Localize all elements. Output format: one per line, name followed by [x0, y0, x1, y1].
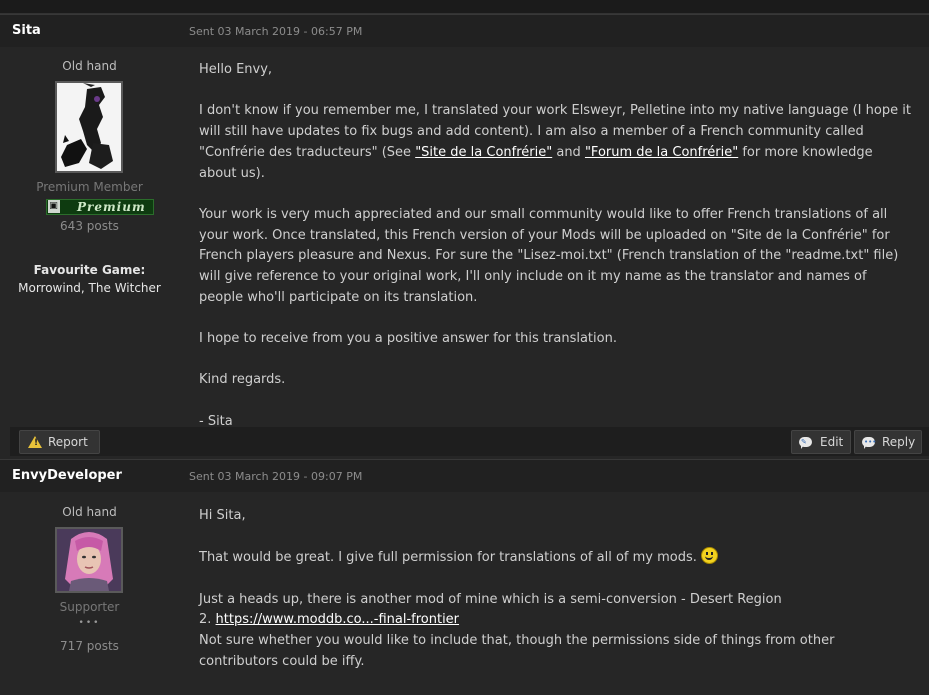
- paragraph: Not sure whether you would like to inclu…: [199, 633, 835, 669]
- report-label: Report: [48, 435, 88, 449]
- member-group: Premium Member: [36, 180, 143, 194]
- site-link[interactable]: "Site de la Confrérie": [415, 145, 552, 160]
- member-group: Supporter: [59, 600, 120, 614]
- badge-label: Premium: [77, 200, 146, 214]
- avatar[interactable]: [55, 81, 123, 173]
- forum-link[interactable]: "Forum de la Confrérie": [585, 145, 738, 160]
- post-body: Hi Sita, That would be great. I give ful…: [199, 506, 914, 673]
- paragraph-text: and: [552, 144, 585, 160]
- reply-label: Reply: [882, 435, 916, 449]
- message-post: EnvyDeveloper Sent 03 March 2019 - 09:07…: [0, 459, 929, 695]
- reply-button[interactable]: ••• Reply: [854, 430, 922, 454]
- favourite-game-label: Favourite Game:: [33, 263, 146, 277]
- avatar-image: [57, 83, 121, 171]
- avatar[interactable]: [55, 527, 123, 593]
- reply-bubble-icon: •••: [862, 437, 877, 449]
- sent-date: Sent 03 March 2019 - 09:07 PM: [189, 470, 363, 483]
- paragraph: Your work is very much appreciated and o…: [199, 206, 899, 305]
- paragraph: I don't know if you remember me, I trans…: [199, 101, 914, 184]
- post-count: 717 posts: [60, 639, 119, 653]
- paragraph: Just a heads up, there is another mod of…: [199, 591, 782, 607]
- badge-icon: ▣: [48, 200, 60, 213]
- author-rank: Old hand: [62, 59, 117, 73]
- edit-bubble-icon: ✎: [799, 437, 812, 449]
- author-rank: Old hand: [62, 505, 117, 519]
- post-header: Sita Sent 03 March 2019 - 06:57 PM: [0, 14, 929, 47]
- avatar-image: [57, 529, 121, 591]
- author-name[interactable]: EnvyDeveloper: [12, 468, 122, 483]
- paragraph: I hope to receive from you a positive an…: [199, 331, 617, 347]
- paragraph: That would be great. I give full permiss…: [199, 547, 914, 569]
- paragraph: Kind regards.: [199, 372, 286, 388]
- favourite-game-value: Morrowind, The Witcher: [18, 281, 161, 295]
- author-name[interactable]: Sita: [12, 23, 41, 38]
- paragraph: 2. https://www.moddb.co...-final-frontie…: [199, 610, 914, 631]
- moddb-link[interactable]: https://www.moddb.co...-final-frontier: [216, 612, 459, 627]
- greeting: Hi Sita,: [199, 508, 246, 523]
- post-body: Hello Envy, I don't know if you remember…: [199, 60, 914, 433]
- sent-date: Sent 03 March 2019 - 06:57 PM: [189, 25, 363, 38]
- greeting: Hello Envy,: [199, 62, 273, 77]
- paragraph-text: That would be great. I give full permiss…: [199, 550, 697, 566]
- post-count: 643 posts: [60, 219, 119, 233]
- rank-pips: •••: [78, 618, 101, 628]
- premium-badge: ▣ Premium: [46, 199, 154, 215]
- warning-icon-mark: !: [34, 438, 39, 448]
- message-post: Sita Sent 03 March 2019 - 06:57 PM Old h…: [0, 14, 929, 458]
- smiley-emoticon: [701, 547, 719, 565]
- post-header: EnvyDeveloper Sent 03 March 2019 - 09:07…: [0, 459, 929, 492]
- list-prefix: 2.: [199, 612, 216, 628]
- edit-label: Edit: [820, 435, 844, 449]
- report-button[interactable]: ! Report: [19, 430, 100, 454]
- edit-button[interactable]: ✎ Edit: [791, 430, 851, 454]
- post-toolbar: ! Report ✎ Edit ••• Reply: [10, 427, 929, 456]
- top-strip: [0, 0, 929, 14]
